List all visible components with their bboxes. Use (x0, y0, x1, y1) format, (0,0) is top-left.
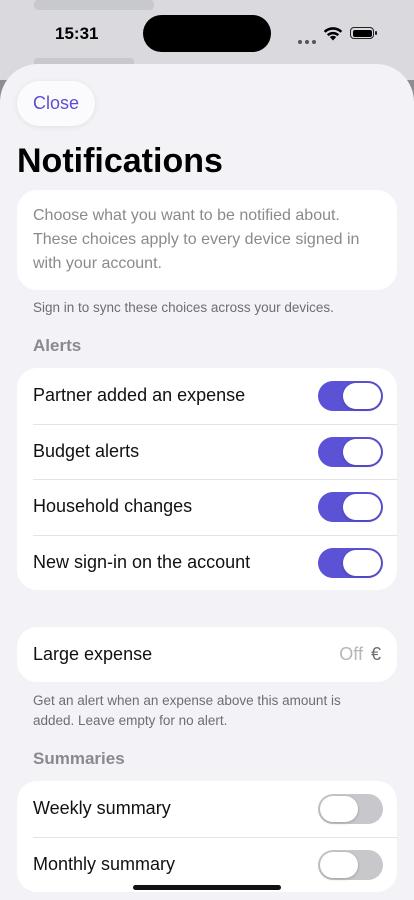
alert-row-new-signin: New sign-in on the account (17, 534, 397, 591)
status-bar: 15:31 (0, 0, 414, 66)
alert-label: New sign-in on the account (33, 551, 251, 572)
budget-alerts-toggle[interactable] (318, 436, 383, 467)
notifications-sheet: Close Notifications Choose what you want… (0, 64, 414, 900)
large-expense-note: Get an alert when an expense above this … (33, 693, 341, 728)
partner-expense-toggle[interactable] (318, 381, 383, 411)
status-time: 15:31 (55, 24, 99, 43)
alert-label: Household changes (33, 496, 193, 517)
alert-label: Partner added an expense (33, 385, 246, 406)
summaries-card: Weekly summary Monthly summary (17, 781, 397, 892)
alerts-card: Partner added an expense Budget alerts H… (17, 368, 397, 590)
large-expense-card[interactable]: Large expense Off € (17, 627, 397, 682)
alert-row-household: Household changes (17, 479, 397, 535)
home-indicator (133, 885, 281, 890)
large-expense-value: Off (339, 644, 363, 664)
summary-row-monthly: Monthly summary (17, 836, 397, 893)
summary-label: Monthly summary (33, 853, 176, 874)
weekly-summary-toggle[interactable] (318, 794, 383, 824)
summaries-section-header: Summaries (33, 749, 125, 768)
monthly-summary-toggle[interactable] (318, 849, 383, 880)
summary-row-weekly: Weekly summary (17, 781, 397, 837)
currency-symbol: € (370, 644, 381, 664)
alerts-section-header: Alerts (33, 336, 82, 355)
new-signin-toggle[interactable] (318, 547, 383, 578)
close-button[interactable]: Close (17, 81, 96, 126)
alert-label: Budget alerts (33, 440, 140, 461)
large-expense-label: Large expense (33, 644, 153, 665)
sync-note: Sign in to sync these choices across you… (33, 300, 334, 315)
page-title: Notifications (17, 142, 223, 180)
large-expense-field[interactable]: Off € (339, 627, 381, 682)
dynamic-island (143, 15, 271, 52)
cellular-signal-icon (298, 31, 319, 49)
alert-row-budget: Budget alerts (17, 423, 397, 480)
large-expense-row[interactable]: Large expense Off € (17, 627, 397, 683)
intro-card: Choose what you want to be notified abou… (17, 190, 397, 290)
battery-icon (350, 27, 377, 39)
wifi-icon (323, 27, 343, 41)
household-changes-toggle[interactable] (318, 492, 383, 522)
summary-label: Weekly summary (33, 798, 171, 819)
alert-row-partner-expense: Partner added an expense (17, 368, 397, 424)
